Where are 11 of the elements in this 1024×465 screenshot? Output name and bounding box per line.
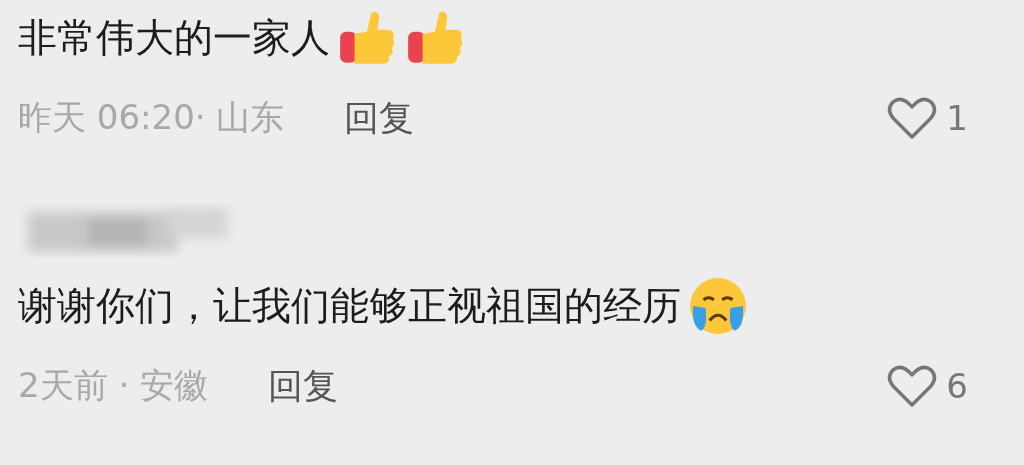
comment-text: 谢谢你们，让我们能够正视祖国的经历 <box>18 282 681 330</box>
heart-icon[interactable] <box>886 363 939 409</box>
comment-text: 非常伟大的一家人 <box>18 14 330 62</box>
reply-button[interactable]: 回复 <box>268 362 339 410</box>
crying-face-icon <box>687 275 749 337</box>
comment-meta: 2天前 · 安徽 <box>18 364 209 407</box>
like-count: 6 <box>946 366 968 406</box>
reply-button[interactable]: 回复 <box>344 94 415 142</box>
heart-icon[interactable] <box>886 95 939 141</box>
like-count: 1 <box>946 98 968 138</box>
comment-meta: 昨天 06:20· 山东 <box>18 96 285 139</box>
